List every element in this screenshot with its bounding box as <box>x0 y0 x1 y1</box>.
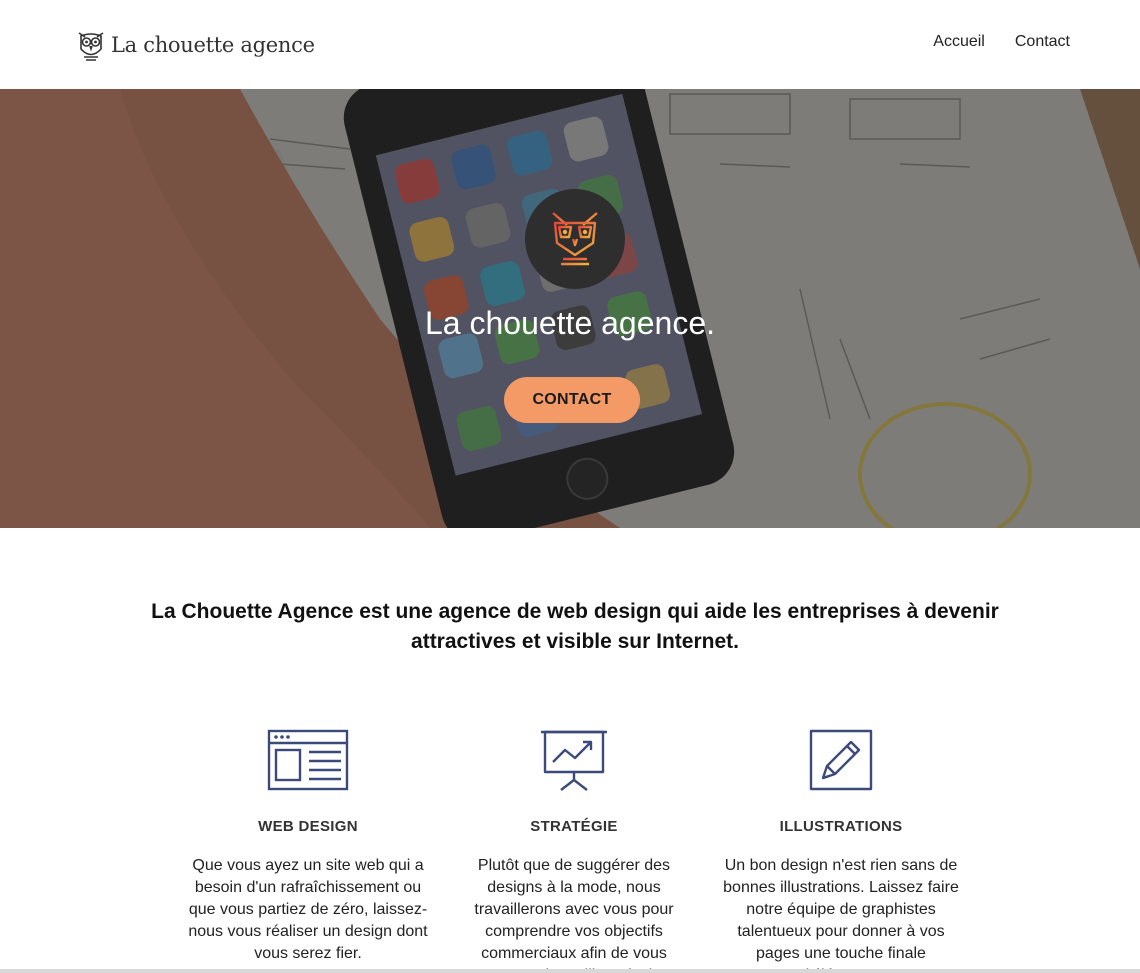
brand-link[interactable]: La chouette agence <box>76 26 315 64</box>
brand-name: La chouette agence <box>111 33 315 57</box>
owl-icon <box>78 32 104 61</box>
site-header: La chouette agence Accueil Contact <box>0 0 1140 89</box>
service-illustrations: ILLUSTRATIONS Un bon design n'est rien s… <box>716 728 966 973</box>
contact-button[interactable]: CONTACT <box>504 377 640 423</box>
nav-accueil[interactable]: Accueil <box>933 33 985 51</box>
intro-text: La Chouette Agence est une agence de web… <box>151 600 999 653</box>
presentation-chart-icon <box>541 730 607 791</box>
service-description: Plutôt que de suggérer des designs à la … <box>474 857 674 973</box>
service-title: STRATÉGIE <box>530 818 618 835</box>
hero-logo-badge <box>525 189 625 289</box>
nav-contact[interactable]: Contact <box>1015 33 1070 51</box>
hero-section: La chouette agence. CONTACT <box>0 89 1140 528</box>
owl-icon <box>552 212 598 266</box>
service-strategie: STRATÉGIE Plutôt que de suggérer des des… <box>449 728 699 973</box>
service-title: ILLUSTRATIONS <box>779 818 903 835</box>
pencil-icon <box>809 729 873 791</box>
service-description: Un bon design n'est rien sans de bonnes … <box>723 857 959 973</box>
service-title: WEB DESIGN <box>258 818 358 835</box>
hero-title: La chouette agence. <box>424 305 715 341</box>
service-web-design: WEB DESIGN Que vous ayez un site web qui… <box>183 728 433 965</box>
main-nav: Accueil Contact <box>933 33 1070 51</box>
service-description: Que vous ayez un site web qui a besoin d… <box>188 857 428 962</box>
bottom-divider <box>0 969 1140 973</box>
browser-window-icon <box>267 729 349 791</box>
